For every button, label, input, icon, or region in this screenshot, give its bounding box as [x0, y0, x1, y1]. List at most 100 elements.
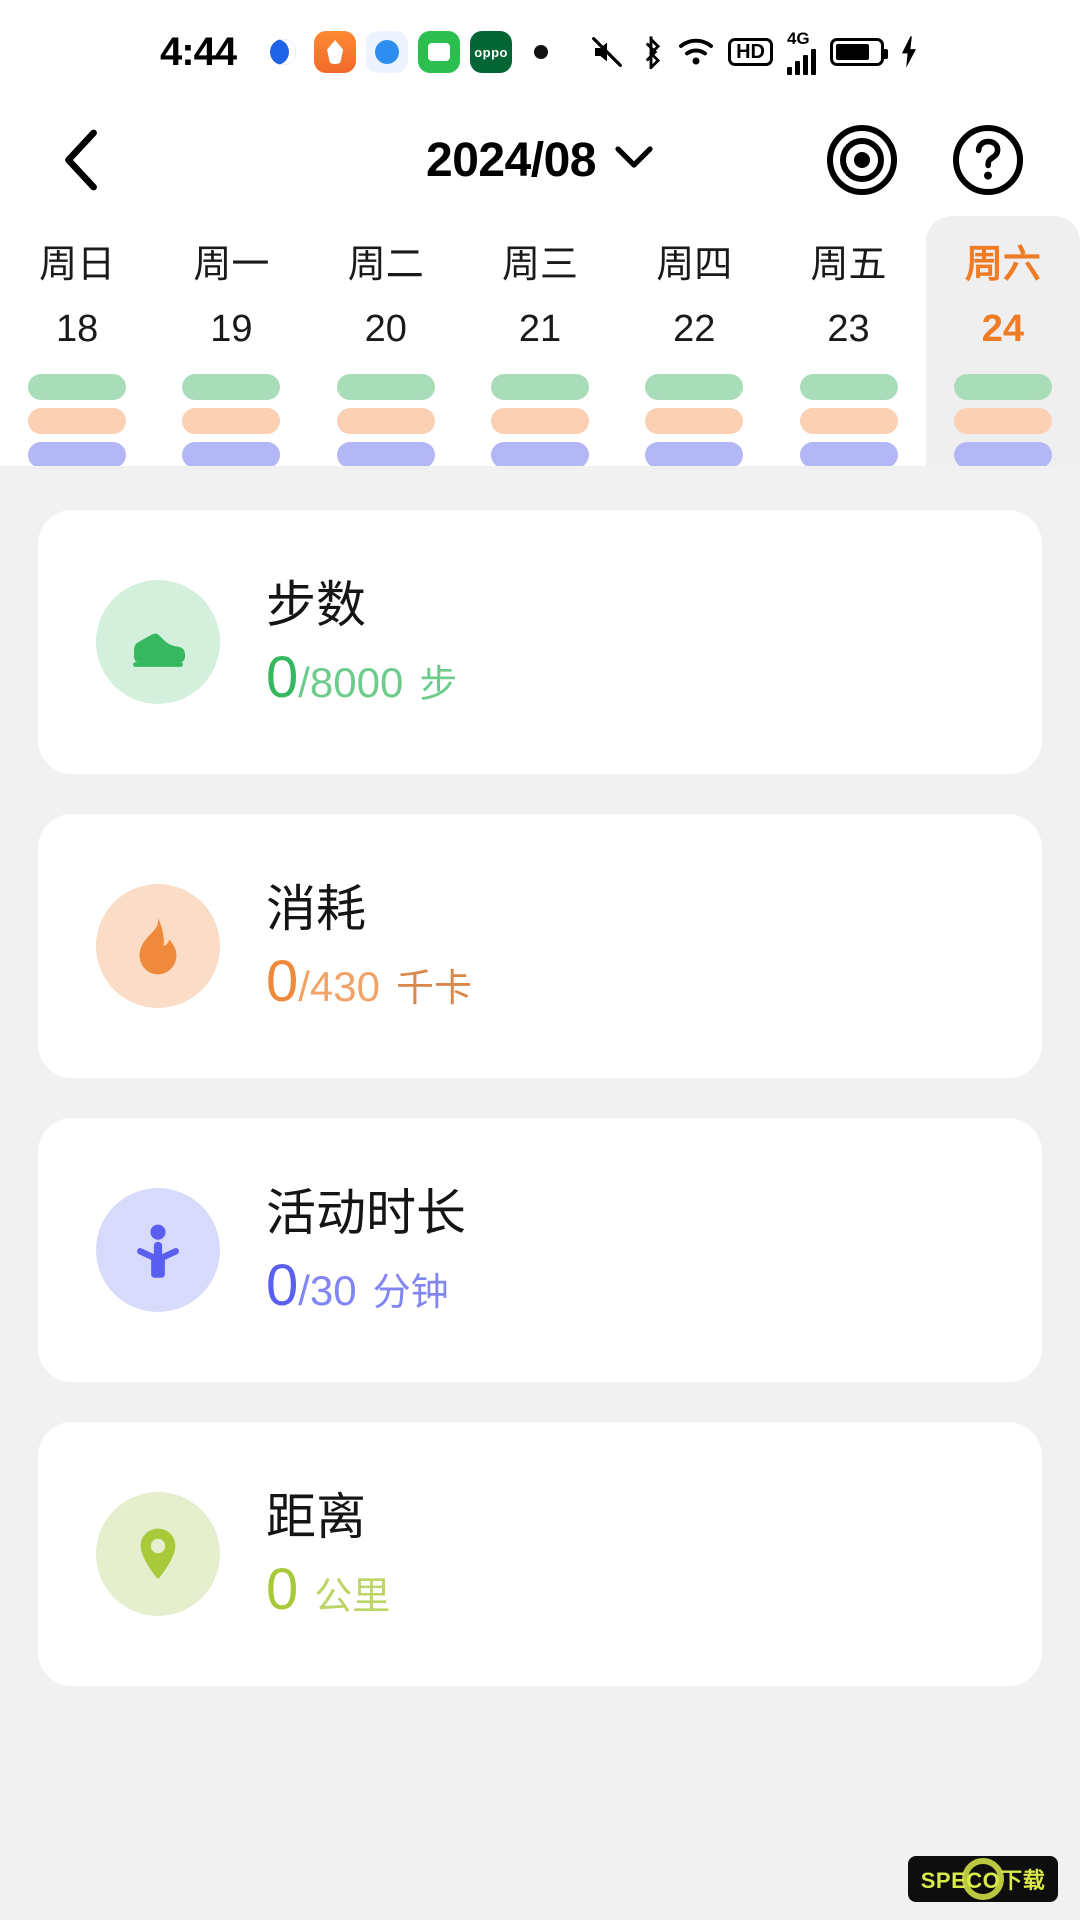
- metric-current: 0: [266, 1252, 299, 1318]
- oppo-app-icon: oppo: [470, 31, 513, 73]
- metric-title: 消耗: [266, 880, 366, 937]
- shoe-icon: [96, 580, 220, 704]
- calories-bar: [645, 408, 744, 434]
- wifi-icon: [678, 37, 714, 67]
- metric-card-activity[interactable]: 活动时长 0 /30 分钟: [38, 1118, 1042, 1382]
- status-system-icons: HD 4G: [590, 30, 920, 75]
- more-notifications-dot: [534, 45, 549, 59]
- activity-bar: [645, 442, 744, 468]
- metric-value: 0 /30 分钟: [266, 1252, 466, 1318]
- calories-bar: [182, 408, 281, 434]
- metric-value: 0 公里: [266, 1556, 391, 1622]
- steps-bar: [28, 374, 127, 400]
- day-progress-bars: [799, 374, 898, 468]
- chevron-down-icon: [614, 145, 654, 176]
- day-column-21[interactable]: 周三 21: [463, 216, 617, 468]
- metric-card-calories[interactable]: 消耗 0 /430 千卡: [38, 814, 1042, 1078]
- steps-bar: [336, 374, 435, 400]
- day-number-label: 18: [56, 308, 99, 350]
- target-icon[interactable]: [826, 124, 898, 196]
- activity-bar: [336, 442, 435, 468]
- month-selector[interactable]: 2024/08: [426, 133, 654, 188]
- day-number-label: 24: [981, 308, 1024, 350]
- activity-bar: [182, 442, 281, 468]
- back-button[interactable]: [56, 129, 108, 191]
- signal-bars: [786, 47, 816, 75]
- day-number-label: 21: [518, 308, 562, 350]
- speco-watermark: SPECO下载: [908, 1856, 1058, 1902]
- day-column-24-selected[interactable]: 周六 24: [925, 216, 1080, 468]
- metric-unit: 步: [419, 663, 458, 706]
- header-actions: [826, 124, 1024, 196]
- day-column-18[interactable]: 周日 18: [0, 216, 154, 468]
- message-app-icon: [418, 31, 461, 73]
- calories-bar: [28, 408, 127, 434]
- day-of-week-label: 周二: [347, 244, 424, 286]
- metrics-list: 步数 0 /8000 步 消耗 0 /430 千卡 活动时长 0 /30 分钟 …: [0, 466, 1080, 1920]
- day-progress-bars: [490, 374, 589, 468]
- day-progress-bars: [953, 374, 1052, 468]
- calories-bar: [953, 408, 1052, 434]
- watermark-label: SPECO下载: [920, 1868, 1046, 1893]
- person-icon: [96, 1188, 220, 1312]
- metric-card-steps[interactable]: 步数 0 /8000 步: [38, 510, 1042, 774]
- day-progress-bars: [645, 374, 744, 468]
- metric-title: 活动时长: [266, 1184, 466, 1241]
- network-label: 4G: [786, 28, 810, 48]
- day-column-22[interactable]: 周四 22: [617, 216, 771, 468]
- battery-icon: [829, 38, 888, 66]
- metric-card-distance[interactable]: 距离 0 公里: [38, 1422, 1042, 1686]
- day-of-week-label: 周三: [501, 244, 578, 286]
- day-of-week-label: 周四: [656, 244, 733, 286]
- metric-body: 距离 0 公里: [266, 1488, 391, 1622]
- calories-bar: [490, 408, 589, 434]
- calories-bar: [336, 408, 435, 434]
- metric-unit: 分钟: [372, 1271, 449, 1314]
- day-progress-bars: [28, 374, 127, 468]
- metric-unit: 千卡: [396, 967, 473, 1010]
- activity-bar: [799, 442, 898, 468]
- day-of-week-label: 周五: [810, 244, 887, 286]
- steps-bar: [645, 374, 744, 400]
- day-column-23[interactable]: 周五 23: [771, 216, 925, 468]
- page-title: 2024/08: [425, 133, 597, 187]
- steps-bar: [953, 374, 1052, 400]
- metric-goal: /8000: [298, 658, 404, 706]
- day-column-19[interactable]: 周一 19: [154, 216, 308, 468]
- hd-icon: HD: [728, 38, 773, 66]
- charging-icon: [898, 35, 920, 69]
- week-strip: 周日 18 周一 19 周二 20 周三 21 周四 22 周五 23 周六 2…: [0, 216, 1080, 468]
- day-number-label: 20: [364, 308, 407, 350]
- day-number-label: 23: [827, 308, 870, 350]
- flame-icon: [96, 884, 220, 1008]
- day-progress-bars: [182, 374, 281, 468]
- day-of-week-label: 周日: [39, 244, 116, 286]
- calories-bar: [799, 408, 898, 434]
- status-app-icons: oppo: [262, 31, 513, 73]
- help-icon[interactable]: [952, 124, 1024, 196]
- bluetooth-icon: [638, 35, 664, 69]
- metric-current: 0: [266, 644, 299, 710]
- activity-bar: [490, 442, 589, 468]
- steps-bar: [490, 374, 589, 400]
- metric-goal: /30: [298, 1266, 357, 1314]
- day-of-week-label: 周六: [964, 244, 1041, 286]
- metric-current: 0: [266, 1556, 299, 1622]
- metric-value: 0 /8000 步: [266, 644, 458, 710]
- day-number-label: 19: [210, 308, 253, 350]
- status-bar: 4:44 oppo HD 4G: [0, 0, 1080, 104]
- browser-icon: [262, 31, 305, 73]
- metric-title: 距离: [266, 1488, 366, 1545]
- signal-icon: 4G: [786, 28, 816, 75]
- metric-goal: /430: [298, 962, 381, 1010]
- day-of-week-label: 周一: [193, 244, 270, 286]
- day-number-label: 22: [673, 308, 716, 350]
- flame-app-icon: [314, 31, 357, 73]
- activity-bar: [953, 442, 1052, 468]
- activity-bar: [28, 442, 127, 468]
- metric-unit: 公里: [314, 1575, 391, 1618]
- day-column-20[interactable]: 周二 20: [309, 216, 463, 468]
- status-time: 4:44: [160, 29, 237, 74]
- mute-icon: [590, 36, 624, 68]
- day-progress-bars: [336, 374, 435, 468]
